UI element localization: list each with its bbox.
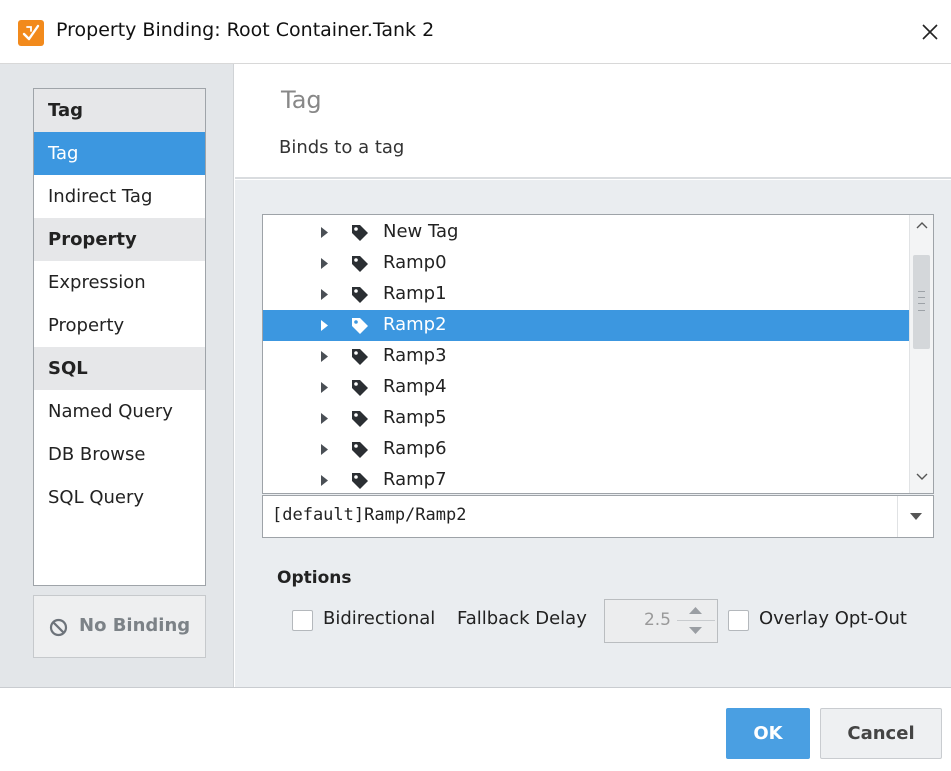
spinner-up-button[interactable] [677,602,715,621]
expand-arrow-icon[interactable] [321,382,328,393]
triangle-down-icon [689,627,702,634]
no-binding-label: No Binding [79,615,191,636]
binding-type-panel: Tag Tag Indirect Tag Property Expression Prop… [0,64,234,687]
tag-icon [352,318,368,334]
tag-tree-row[interactable]: Ramp7 [263,465,909,493]
binding-type-sql-query[interactable]: SQL Query [34,476,205,519]
tag-tree-row[interactable]: Ramp5 [263,403,909,434]
tag-tree-row[interactable]: Ramp0 [263,248,909,279]
tag-tree-row[interactable]: Ramp6 [263,434,909,465]
tag-tree-label: Ramp7 [383,469,447,490]
binding-type-indirect-tag[interactable]: Indirect Tag [34,175,205,218]
expand-arrow-icon[interactable] [321,320,328,331]
tag-path-field[interactable]: [default]Ramp/Ramp2 [262,495,934,538]
tag-tree-label: Ramp3 [383,345,447,366]
list-group-header: Property [34,218,205,261]
binding-type-list: Tag Tag Indirect Tag Property Expression Prop… [33,88,206,586]
binding-config-area: New Tag Ramp0 Ramp1 Ramp2 Ramp3 Ramp4 Ramp5 Ram… [235,180,951,687]
tag-tree-label: Ramp2 [383,314,447,335]
expand-arrow-icon[interactable] [321,289,328,300]
tag-tree-label: Ramp0 [383,252,447,273]
close-icon [922,24,938,40]
tag-icon [352,473,368,489]
tag-browser-tree[interactable]: New Tag Ramp0 Ramp1 Ramp2 Ramp3 Ramp4 Ramp5 Ram… [262,214,934,494]
tag-tree-row[interactable]: Ramp4 [263,372,909,403]
expand-arrow-icon[interactable] [321,475,328,486]
expand-arrow-icon[interactable] [321,351,328,362]
binding-title: Tag [281,86,322,114]
tag-icon [352,349,368,365]
binding-type-tag[interactable]: Tag [34,132,205,175]
fallback-delay-value[interactable]: 2.5 [605,610,671,630]
binding-type-named-query[interactable]: Named Query [34,390,205,433]
tag-icon [352,442,368,458]
binding-type-property[interactable]: Property [34,304,205,347]
overlay-optout-label: Overlay Opt-Out [759,608,907,629]
tag-icon [352,380,368,396]
tag-tree-row[interactable]: Ramp3 [263,341,909,372]
expand-arrow-icon[interactable] [321,413,328,424]
ok-button[interactable]: OK [726,708,810,759]
binding-description: Binds to a tag [279,137,405,158]
bidirectional-label: Bidirectional [323,608,436,629]
overlay-optout-checkbox[interactable] [728,610,749,631]
tag-tree-label: Ramp4 [383,376,447,397]
tag-tree-label: Ramp5 [383,407,447,428]
fallback-delay-spinner[interactable]: 2.5 [604,599,718,643]
options-title: Options [277,568,352,588]
tag-icon [352,225,368,241]
list-group-header: Tag [34,89,205,132]
dialog-footer: OK Cancel [0,687,951,771]
fallback-delay-label: Fallback Delay [457,608,587,629]
title-bar: Property Binding: Root Container.Tank 2 [0,0,951,64]
list-group-header: SQL [34,347,205,390]
bidirectional-checkbox[interactable] [292,610,313,631]
tag-icon [352,256,368,272]
spinner-down-button[interactable] [677,621,715,640]
app-icon [18,20,44,46]
tag-tree-row[interactable]: Ramp2 [263,310,909,341]
chevron-down-icon [910,513,922,520]
tag-path-dropdown-button[interactable] [897,496,933,537]
cancel-button[interactable]: Cancel [820,708,942,759]
tag-path-value[interactable]: [default]Ramp/Ramp2 [272,505,466,525]
expand-arrow-icon[interactable] [321,444,328,455]
no-symbol-icon [49,618,68,637]
tag-tree-row[interactable]: New Tag [263,217,909,248]
tag-tree-label: New Tag [383,221,459,242]
tag-tree-row[interactable]: Ramp1 [263,279,909,310]
expand-arrow-icon[interactable] [321,227,328,238]
tree-scrollbar[interactable] [909,215,933,493]
binding-type-expression[interactable]: Expression [34,261,205,304]
tag-icon [352,411,368,427]
expand-arrow-icon[interactable] [321,258,328,269]
scroll-up-icon[interactable] [916,221,928,229]
tag-tree-label: Ramp1 [383,283,447,304]
scrollbar-thumb[interactable] [913,255,930,349]
tag-icon [352,287,368,303]
scroll-down-icon[interactable] [916,473,928,481]
binding-header: Tag Binds to a tag [235,64,951,179]
close-button[interactable] [912,14,948,50]
triangle-up-icon [689,607,702,614]
binding-type-db-browse[interactable]: DB Browse [34,433,205,476]
window-title: Property Binding: Root Container.Tank 2 [56,19,435,41]
no-binding-button[interactable]: No Binding [33,595,206,658]
tag-tree-label: Ramp6 [383,438,447,459]
